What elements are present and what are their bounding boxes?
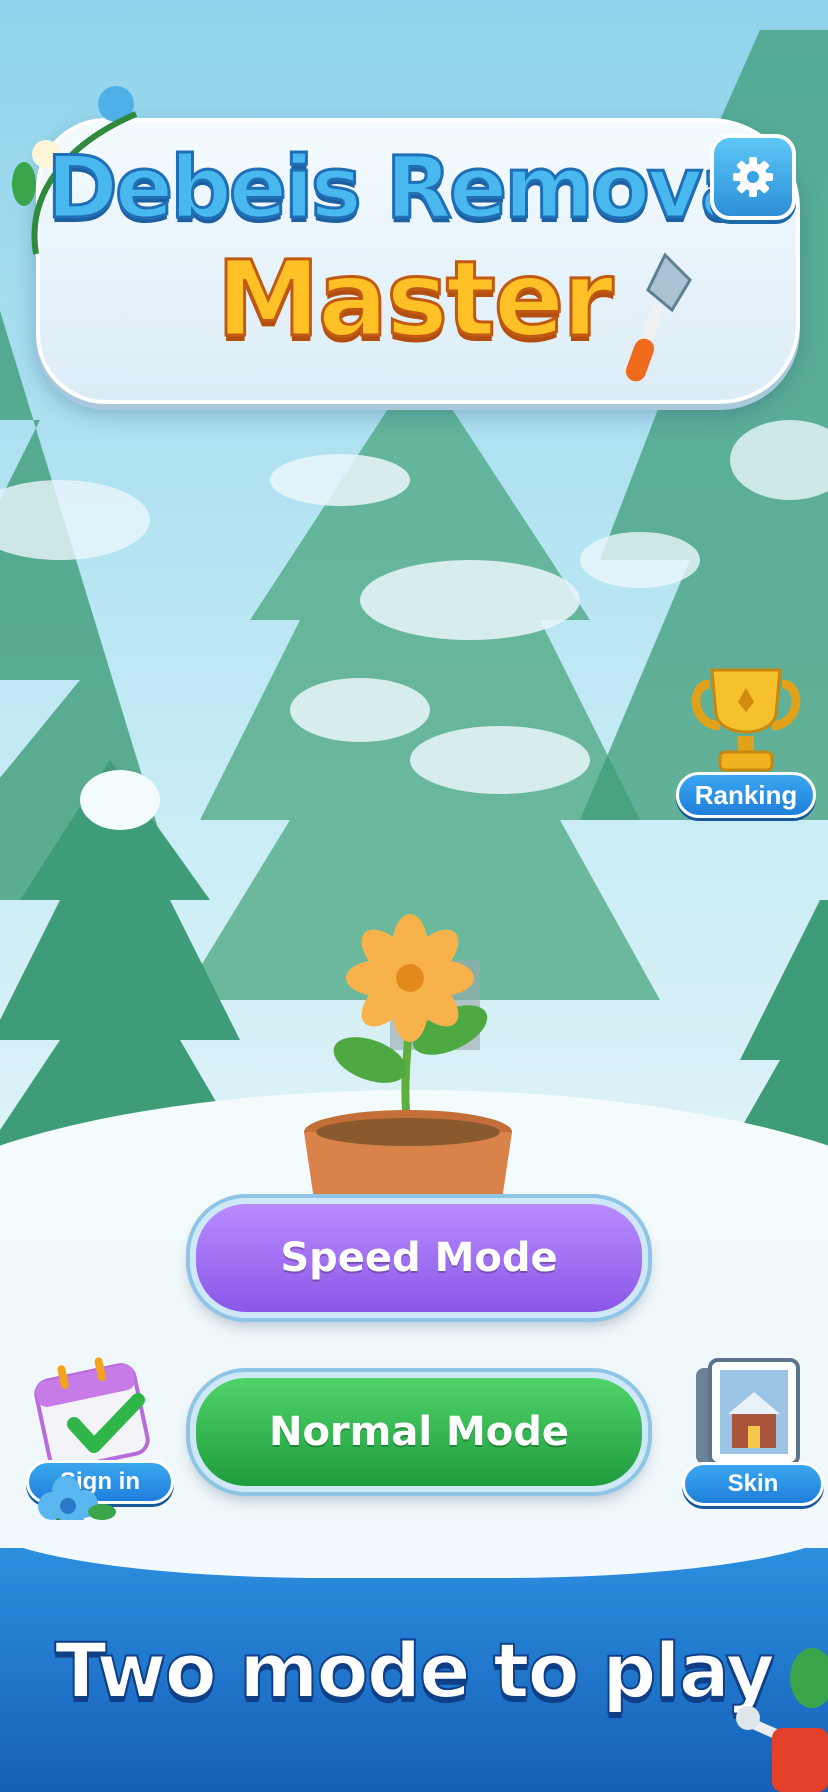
gear-icon	[733, 157, 773, 197]
skin-button[interactable]: Skin	[680, 1354, 826, 1506]
ranking-label: Ranking	[676, 772, 816, 818]
speed-mode-label: Speed Mode	[280, 1235, 558, 1281]
flower-pot	[304, 914, 512, 1200]
watering-can-icon	[736, 1648, 828, 1792]
photo-album-icon	[696, 1358, 800, 1466]
calendar-icon	[34, 1357, 150, 1471]
game-title-line2: Master	[215, 237, 615, 362]
settings-button[interactable]	[710, 134, 796, 220]
shovel-icon	[625, 252, 692, 382]
trophy-icon	[691, 668, 801, 772]
speed-mode-button[interactable]: Speed Mode	[190, 1198, 648, 1318]
skin-label: Skin	[682, 1462, 824, 1506]
ranking-button[interactable]: Ranking	[676, 664, 816, 818]
game-title-line1: Debeis Removal	[45, 137, 786, 240]
normal-mode-button[interactable]: Normal Mode	[190, 1372, 648, 1492]
normal-mode-label: Normal Mode	[268, 1409, 570, 1455]
game-scene: Debeis Removal Master Ranking Speed Mode…	[0, 0, 828, 1792]
promo-text: Two mode to play	[54, 1625, 776, 1716]
